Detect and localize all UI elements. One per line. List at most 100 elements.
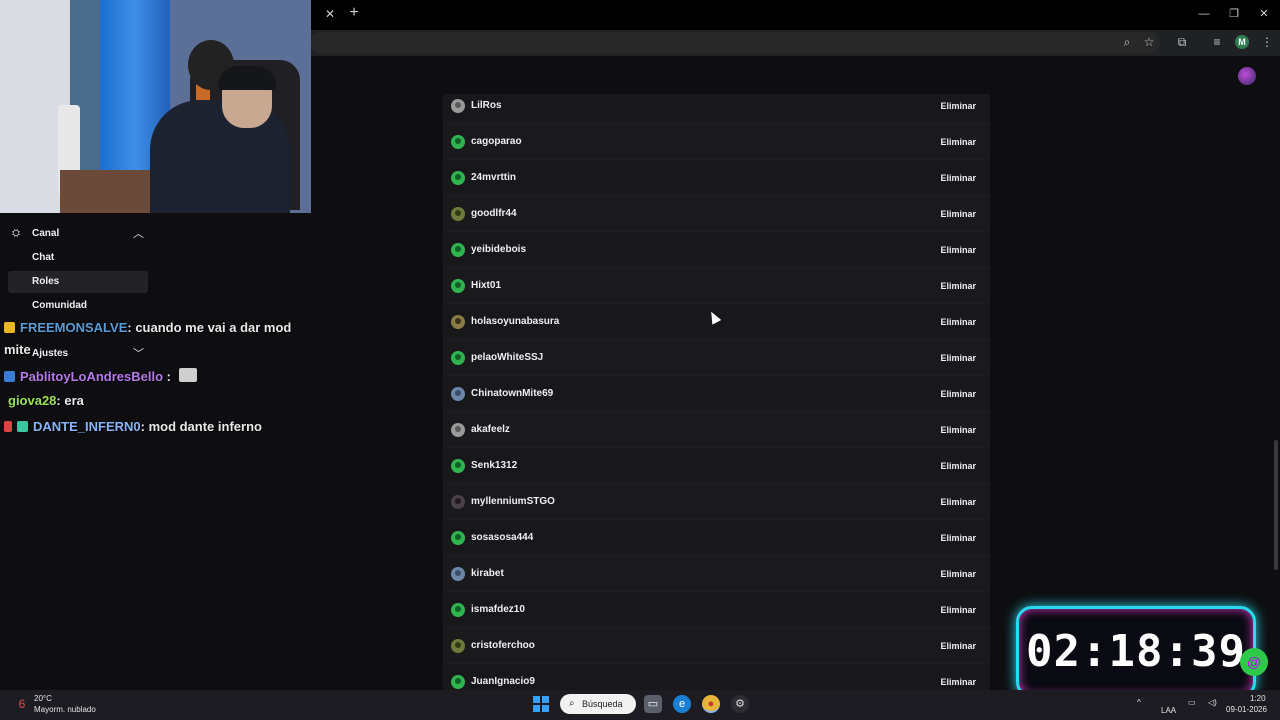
member-avatar[interactable]	[451, 387, 465, 401]
remove-button[interactable]: Eliminar	[936, 97, 980, 115]
member-name[interactable]: Senk1312	[471, 448, 517, 484]
remove-button[interactable]: Eliminar	[936, 493, 980, 511]
member-name[interactable]: goodlfr44	[471, 196, 517, 232]
windows-taskbar	[0, 690, 1280, 720]
member-avatar[interactable]	[451, 171, 465, 185]
remove-button[interactable]: Eliminar	[936, 313, 980, 331]
list-item: cagoparao Eliminar	[443, 124, 990, 160]
member-name[interactable]: akafeelz	[471, 412, 510, 448]
webcam-overlay	[0, 0, 311, 213]
weather-description[interactable]: Mayorm. nublado	[34, 705, 96, 714]
extensions-icon[interactable]: ⧉	[1174, 34, 1190, 50]
member-avatar[interactable]	[451, 495, 465, 509]
user-avatar[interactable]	[1238, 67, 1256, 85]
weather-icon[interactable]: 6	[14, 696, 30, 712]
member-name[interactable]: ismafdez10	[471, 592, 525, 628]
member-avatar[interactable]	[451, 243, 465, 257]
remove-button[interactable]: Eliminar	[936, 349, 980, 367]
bookmark-star-icon[interactable]: ☆	[1141, 34, 1157, 50]
remove-button[interactable]: Eliminar	[936, 169, 980, 187]
edge-icon[interactable]: e	[673, 695, 691, 713]
network-icon[interactable]: ▭	[1188, 698, 1196, 707]
member-avatar[interactable]	[451, 99, 465, 113]
member-name[interactable]: yeibidebois	[471, 232, 526, 268]
member-avatar[interactable]	[451, 567, 465, 581]
member-name[interactable]: LilRos	[471, 94, 502, 124]
list-item: cristoferchoo Eliminar	[443, 628, 990, 664]
file-explorer-icon[interactable]: ▭	[644, 695, 662, 713]
settings-app-icon[interactable]: ⚙	[731, 695, 749, 713]
zoom-icon[interactable]: ⌕	[1119, 34, 1135, 50]
member-avatar[interactable]	[451, 315, 465, 329]
chrome-icon[interactable]: ●	[702, 695, 720, 713]
start-button[interactable]	[533, 696, 549, 712]
sidebar-section-canal[interactable]: ⛭ Canal ︿	[8, 223, 148, 245]
remove-button[interactable]: Eliminar	[936, 565, 980, 583]
member-name[interactable]: Hixt01	[471, 268, 501, 304]
creator-sidebar: ⛭ Canal ︿ Chat Roles Comunidad Ajustes ﹀	[0, 213, 311, 690]
remove-button[interactable]: Eliminar	[936, 241, 980, 259]
member-avatar[interactable]	[451, 423, 465, 437]
minimize-icon[interactable]: —	[1194, 6, 1214, 22]
new-tab-icon[interactable]: +	[346, 4, 362, 22]
volume-icon[interactable]: ◁)	[1208, 698, 1217, 707]
taskbar-time[interactable]: 1:20	[1250, 694, 1266, 703]
list-item: kirabet Eliminar	[443, 556, 990, 592]
sidebar-item-roles[interactable]: Roles	[8, 271, 148, 293]
tray-chevron-icon[interactable]: ^	[1137, 698, 1141, 707]
input-language[interactable]: LAA	[1161, 706, 1176, 715]
member-avatar[interactable]	[451, 603, 465, 617]
member-name[interactable]: pelaoWhiteSSJ	[471, 340, 543, 376]
media-queue-icon[interactable]: ≡	[1209, 34, 1225, 50]
member-name[interactable]: holasoyunabasura	[471, 304, 559, 340]
member-avatar[interactable]	[451, 639, 465, 653]
list-item: LilRos Eliminar	[443, 94, 990, 124]
list-item: 24mvrttin Eliminar	[443, 160, 990, 196]
remove-button[interactable]: Eliminar	[936, 421, 980, 439]
member-name[interactable]: JuanIgnacio9	[471, 664, 535, 690]
list-item: pelaoWhiteSSJ Eliminar	[443, 340, 990, 376]
weather-temperature[interactable]: 20°C	[34, 694, 52, 703]
member-name[interactable]: 24mvrttin	[471, 160, 516, 196]
remove-button[interactable]: Eliminar	[936, 205, 980, 223]
sidebar-item-chat[interactable]: Chat	[8, 247, 148, 269]
member-name[interactable]: ChinatownMite69	[471, 376, 553, 412]
remove-button[interactable]: Eliminar	[936, 601, 980, 619]
close-tab-icon[interactable]: ✕	[323, 6, 337, 22]
remove-button[interactable]: Eliminar	[936, 133, 980, 151]
chevron-down-icon: ﹀	[133, 348, 144, 360]
taskbar-search[interactable]: ⌕ Búsqueda	[560, 694, 636, 714]
member-name[interactable]: cagoparao	[471, 124, 522, 160]
list-item: goodlfr44 Eliminar	[443, 196, 990, 232]
member-avatar[interactable]	[451, 279, 465, 293]
member-avatar[interactable]	[451, 207, 465, 221]
search-label: Búsqueda	[582, 699, 623, 709]
taskbar-date[interactable]: 09-01-2026	[1226, 705, 1267, 714]
search-icon: ⌕	[569, 698, 575, 709]
remove-button[interactable]: Eliminar	[936, 529, 980, 547]
member-name[interactable]: myllenniumSTGO	[471, 484, 555, 520]
emote-icon	[178, 368, 197, 382]
address-bar[interactable]	[310, 32, 1160, 53]
sidebar-item-comunidad[interactable]: Comunidad	[8, 295, 148, 317]
remove-button[interactable]: Eliminar	[936, 637, 980, 655]
member-name[interactable]: kirabet	[471, 556, 504, 592]
close-window-icon[interactable]: ✕	[1254, 6, 1274, 22]
member-avatar[interactable]	[451, 459, 465, 473]
page-scrollbar[interactable]	[1274, 440, 1278, 570]
member-avatar[interactable]	[451, 135, 465, 149]
remove-button[interactable]: Eliminar	[936, 277, 980, 295]
member-name[interactable]: cristoferchoo	[471, 628, 535, 664]
member-avatar[interactable]	[451, 531, 465, 545]
restore-icon[interactable]: ❐	[1224, 6, 1244, 22]
member-name[interactable]: sosasosa444	[471, 520, 533, 556]
profile-avatar[interactable]: M	[1235, 35, 1249, 49]
remove-button[interactable]: Eliminar	[936, 385, 980, 403]
sub-badge-icon	[4, 322, 15, 333]
remove-button[interactable]: Eliminar	[936, 457, 980, 475]
member-avatar[interactable]	[451, 675, 465, 689]
member-avatar[interactable]	[451, 351, 465, 365]
sidebar-section-label: Canal	[32, 228, 60, 239]
browser-menu-icon[interactable]: ⋮	[1259, 34, 1275, 50]
remove-button[interactable]: Eliminar	[936, 673, 980, 690]
